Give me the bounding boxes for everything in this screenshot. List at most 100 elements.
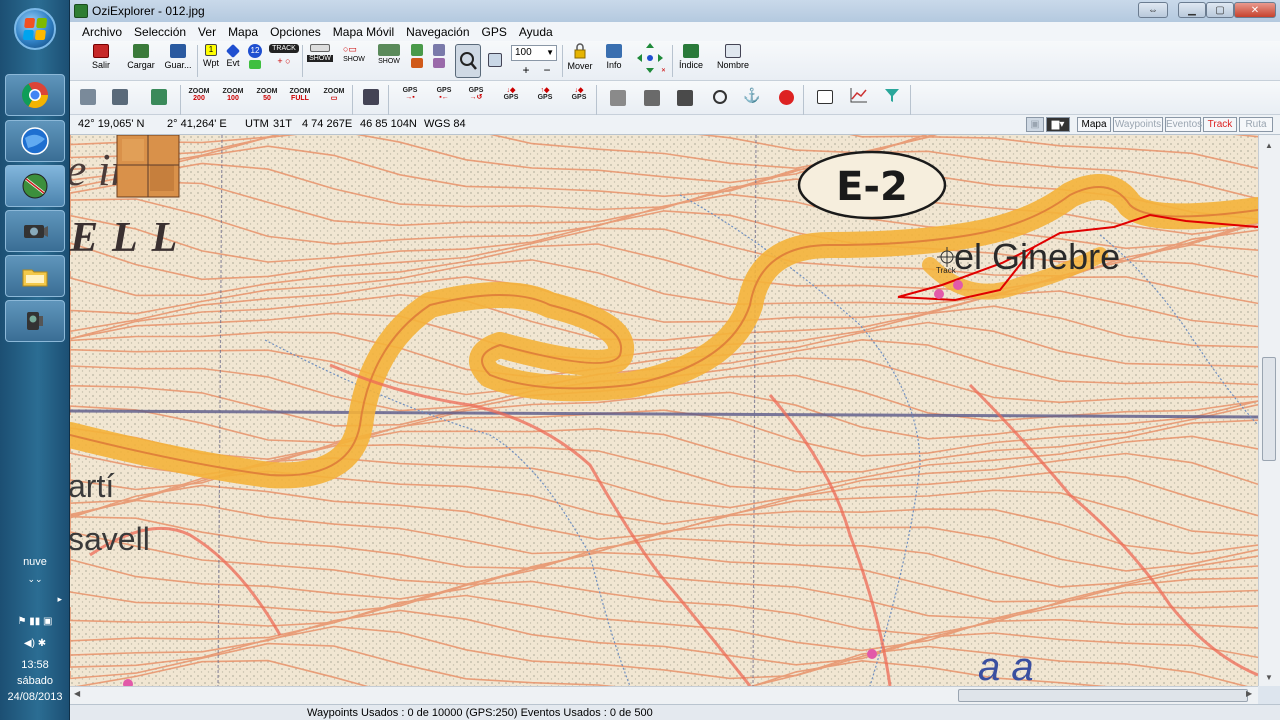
clock-time[interactable]: 13:58 [0, 659, 70, 671]
gps-events-button[interactable]: ↓◆ GPS [569, 87, 589, 101]
scroll-left-icon[interactable]: ◀ [74, 689, 80, 698]
gps-download-wpt-button[interactable]: GPS ▪← [434, 87, 454, 101]
gps-upload-wpt-button[interactable]: GPS →▪ [400, 87, 420, 101]
utm-easting: 4 74 267E [302, 118, 353, 130]
show-tracks-button[interactable]: SHOW [374, 41, 404, 65]
settings-button[interactable] [112, 86, 128, 105]
print-button[interactable] [80, 86, 96, 105]
taskbar-google-earth-button[interactable] [5, 120, 65, 162]
topographic-map: E-2 el Ginebre Track e ina ELL artí save… [70, 135, 1258, 686]
zoom-full-button[interactable]: ZOOM FULL [288, 88, 312, 102]
menu-seleccion[interactable]: Selección [128, 25, 192, 39]
volume-icon[interactable]: ◀) ✱ [0, 638, 70, 649]
elevation-button[interactable] [849, 87, 869, 103]
waypoint-marker[interactable] [934, 289, 944, 299]
zoom-out-button[interactable]: − [540, 63, 554, 77]
taskbar-chrome-button[interactable] [5, 74, 65, 116]
anchor-button[interactable]: ⚓ [742, 87, 762, 104]
gps-route-button[interactable]: GPS →↺ [466, 87, 486, 101]
waypoint-marker[interactable] [953, 280, 963, 290]
nmea-button[interactable] [675, 87, 695, 106]
zoom-100-icon: ZOOM 100 [222, 88, 244, 102]
gps-track-down-button[interactable]: ↑◆ GPS [535, 87, 555, 101]
scroll-down-icon[interactable]: ▼ [1265, 673, 1273, 682]
map-canvas[interactable]: E-2 el Ginebre Track e ina ELL artí save… [70, 135, 1258, 686]
tray-expand-icon[interactable]: ▸ [0, 594, 70, 605]
waypoint-button[interactable]: 1 Wpt [202, 41, 220, 68]
crosshair-button[interactable] [710, 87, 730, 104]
video-camera-icon [27, 312, 43, 330]
scroll-up-icon[interactable]: ▲ [1265, 141, 1273, 150]
mode-ruta-button[interactable]: Ruta [1239, 117, 1273, 132]
oziexplorer-window: OziExplorer - 012.jpg ⇔ ▁ ▢ ✕ Archivo Se… [70, 0, 1280, 720]
cargar-button[interactable]: Cargar [124, 41, 158, 70]
window-tool-button[interactable] [485, 41, 505, 67]
event-diamond-icon [225, 43, 241, 59]
taskbar-oziexplorer-button[interactable] [5, 165, 65, 207]
scroll-right-icon[interactable]: ▶ [1246, 689, 1252, 698]
close-button[interactable]: ✕ [1234, 2, 1276, 18]
mode-eventos-button[interactable]: Eventos [1165, 117, 1202, 132]
taskbar-camera-button[interactable] [5, 210, 65, 252]
show-waypoints-button[interactable]: SHOW [306, 41, 334, 62]
salir-button[interactable]: Salir [88, 41, 114, 70]
graph-icon [817, 90, 833, 104]
line-tools-button[interactable] [430, 41, 448, 68]
map-nav-button[interactable] [608, 87, 628, 106]
gps-connect-button[interactable] [363, 86, 379, 105]
mover-button[interactable]: Mover [565, 41, 595, 71]
map-tools-button[interactable] [408, 41, 426, 68]
event-button[interactable]: Evt [224, 41, 242, 68]
moving-map-button[interactable] [642, 87, 662, 106]
menu-opciones[interactable]: Opciones [264, 25, 327, 39]
zoom-50-button[interactable]: ZOOM 50 [256, 88, 278, 102]
menu-archivo[interactable]: Archivo [76, 25, 128, 39]
graph-button[interactable] [815, 87, 835, 104]
mode-mapa-button[interactable]: Mapa [1077, 117, 1111, 132]
menu-ver[interactable]: Ver [192, 25, 222, 39]
taskbar-video-button[interactable] [5, 300, 65, 342]
horizontal-scrollbar[interactable]: ◀ ▶ [70, 686, 1258, 704]
zoom-level-select[interactable]: 100 ▼ [511, 45, 557, 61]
restore-icon[interactable]: ⇔ [1138, 2, 1168, 18]
zoom-200-button[interactable]: ZOOM 200 [188, 88, 210, 102]
print-map-icon[interactable]: ▣ [1026, 117, 1044, 132]
overview-thumbnail[interactable] [116, 135, 180, 198]
pan-arrows-button[interactable]: ✕ [633, 41, 667, 75]
menu-mapa-movil[interactable]: Mapa Móvil [327, 25, 400, 39]
alarm-button[interactable] [776, 87, 796, 105]
title-bar[interactable]: OziExplorer - 012.jpg ⇔ ▁ ▢ ✕ [70, 0, 1280, 22]
indice-button[interactable]: Índice [676, 41, 706, 70]
mode-waypoints-button[interactable]: Waypoints [1113, 117, 1163, 132]
show-events-button[interactable]: ○▭ SHOW [338, 41, 370, 63]
vertical-scrollbar[interactable]: ▲ ▼ [1258, 135, 1280, 686]
menu-navegacion[interactable]: Navegación [400, 25, 475, 39]
guardar-button[interactable]: Guar... [162, 41, 194, 70]
maximize-button[interactable]: ▢ [1206, 2, 1234, 18]
horizontal-scroll-thumb[interactable] [958, 689, 1248, 702]
minimize-button[interactable]: ▁ [1178, 2, 1206, 18]
chevron-down-icon[interactable]: ⌄⌄ [0, 574, 70, 585]
save-map-icon[interactable]: ▆▾ [1046, 117, 1070, 132]
gps-track-up-button[interactable]: ↓◆ GPS [501, 87, 521, 101]
tray-icons[interactable]: ⚑ ▮▮ ▣ [0, 616, 70, 627]
info-button[interactable]: Info [601, 41, 627, 70]
menu-gps[interactable]: GPS [476, 25, 513, 39]
filter-button[interactable] [882, 87, 902, 103]
waypoint-marker[interactable] [867, 649, 877, 659]
start-button[interactable] [14, 8, 56, 50]
nombre-button[interactable]: Nombre [715, 41, 751, 70]
mode-track-button[interactable]: Track [1203, 117, 1237, 132]
zoom-in-button[interactable]: + [519, 63, 533, 77]
zoom-custom-button[interactable]: ZOOM ▭ [323, 88, 345, 102]
window-list-button[interactable] [151, 86, 167, 105]
zoom-tool-button[interactable] [455, 44, 481, 78]
route-waypoint-button[interactable]: 12 [246, 41, 264, 69]
windows-logo-icon [22, 18, 48, 40]
track-button[interactable]: TRACK + ○ [268, 41, 300, 66]
vertical-scroll-thumb[interactable] [1262, 357, 1276, 461]
menu-ayuda[interactable]: Ayuda [513, 25, 559, 39]
menu-mapa[interactable]: Mapa [222, 25, 264, 39]
zoom-100-button[interactable]: ZOOM 100 [222, 88, 244, 102]
taskbar-explorer-button[interactable] [5, 255, 65, 297]
